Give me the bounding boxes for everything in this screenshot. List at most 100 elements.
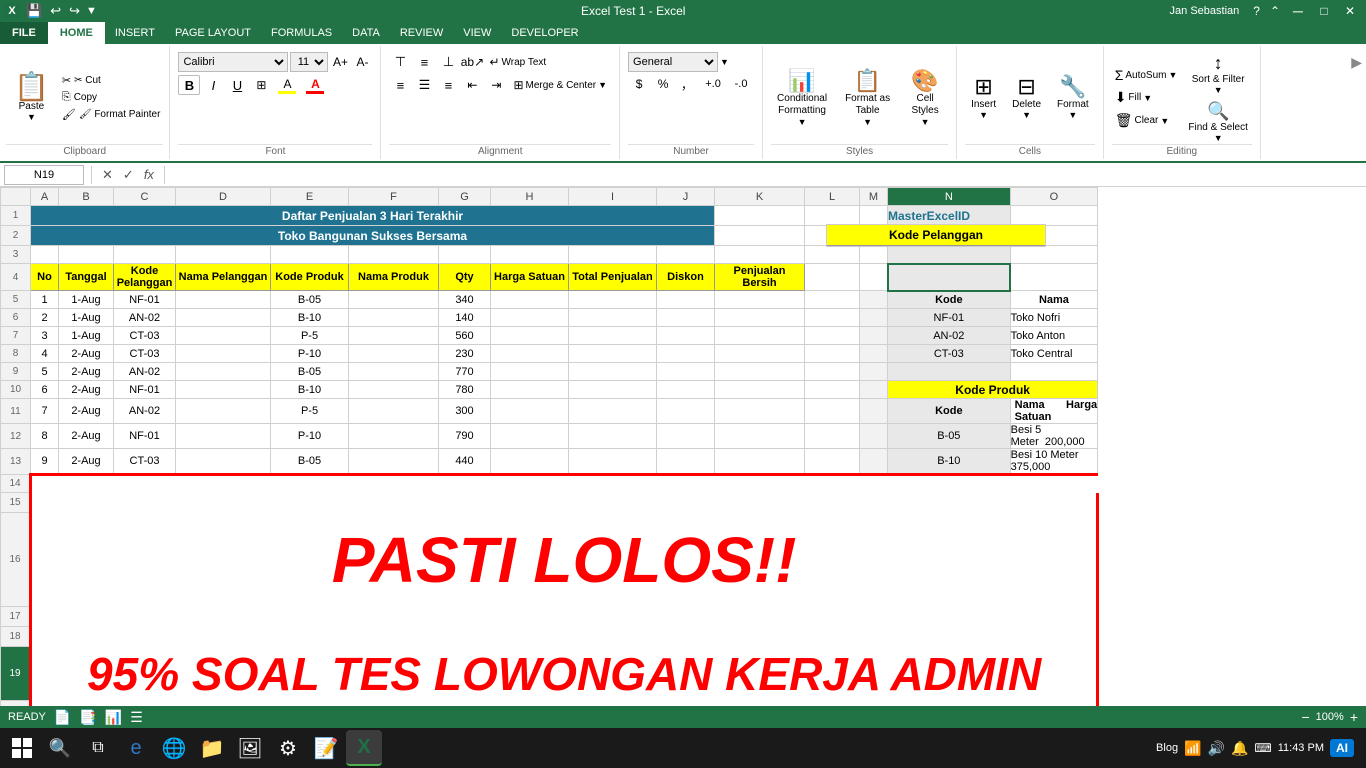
confirm-formula-btn[interactable]: ✓ [120,166,137,184]
increase-decimal-btn[interactable]: +.0 [700,75,726,93]
col-header-H[interactable]: H [491,188,569,206]
help-icon[interactable]: ? [1249,2,1264,20]
start-button[interactable] [4,730,40,766]
col-header-O[interactable]: O [1010,188,1098,206]
undo-icon[interactable]: ↩ [48,2,63,20]
cf-dropdown-icon[interactable]: ▼ [798,117,807,127]
insert-button[interactable]: ⊞ Insert ▼ [965,72,1002,124]
clear-button[interactable]: 🗑 Clear ▼ [1112,111,1181,130]
col-header-F[interactable]: F [349,188,439,206]
task-view-btn[interactable]: ⧉ [80,730,116,766]
col-header-G[interactable]: G [439,188,491,206]
decrease-decimal-btn[interactable]: -.0 [728,75,754,93]
align-center-btn[interactable]: ☰ [413,75,435,95]
align-top-btn[interactable]: ⊤ [389,52,411,72]
redo-icon[interactable]: ↪ [67,2,82,20]
zoom-out-btn[interactable]: − [1301,709,1309,725]
sound-icon[interactable]: 🔊 [1208,740,1225,757]
autosum-dropdown-icon[interactable]: ▼ [1168,70,1177,80]
wrap-text-button[interactable]: ↵ Wrap Text [485,52,550,72]
header-diskon[interactable]: Diskon [657,264,715,291]
formula-input[interactable] [172,165,1362,185]
find-dropdown-icon[interactable]: ▼ [1214,133,1223,143]
col-header-A[interactable]: A [31,188,59,206]
settings-taskbar-btn[interactable]: ⚙ [270,730,306,766]
status-view-icon2[interactable]: 📑 [79,709,96,726]
font-family-select[interactable]: Calibri [178,52,288,72]
blog-taskbar-btn[interactable]: 📝 [308,730,344,766]
tab-developer[interactable]: DEVELOPER [501,22,588,44]
ai-badge[interactable]: AI [1330,739,1354,757]
tab-page-layout[interactable]: PAGE LAYOUT [165,22,261,44]
italic-button[interactable]: I [202,75,224,95]
col-header-D[interactable]: D [176,188,271,206]
insert-function-btn[interactable]: fx [141,166,157,183]
restore-btn[interactable]: □ [1312,0,1336,22]
sort-filter-button[interactable]: ↕ Sort & Filter ▼ [1184,52,1251,96]
minimize-btn[interactable]: ─ [1286,0,1310,22]
conditional-formatting-button[interactable]: 📊 ConditionalFormatting ▼ [771,66,833,131]
align-right-btn[interactable]: ≡ [437,75,459,95]
title-row2-cell[interactable]: Toko Bangunan Sukses Bersama [31,226,715,246]
header-kode-pelanggan[interactable]: Kode Pelanggan [114,264,176,291]
edge-taskbar-btn[interactable]: e [118,730,154,766]
ribbon-expand-btn[interactable]: ▶ [1347,50,1366,75]
col-header-N[interactable]: N [888,188,1011,206]
cs-dropdown-icon[interactable]: ▼ [921,117,930,127]
chrome-taskbar-btn[interactable]: 🌐 [156,730,192,766]
border-button[interactable]: ⊞ [250,75,272,95]
save-icon[interactable]: 💾 [24,2,44,20]
increase-indent-btn[interactable]: ⇥ [485,75,507,95]
close-btn[interactable]: ✕ [1338,0,1362,22]
header-qty[interactable]: Qty [439,264,491,291]
align-bottom-btn[interactable]: ⊥ [437,52,459,72]
format-button[interactable]: 🔧 Format ▼ [1051,72,1095,124]
align-left-btn[interactable]: ≡ [389,75,411,95]
col-header-J[interactable]: J [657,188,715,206]
photos-taskbar-btn[interactable]: 🖼 [232,730,268,766]
title-row1-cell[interactable]: Daftar Penjualan 3 Hari Terakhir [31,206,715,226]
clear-dropdown-icon[interactable]: ▼ [1160,116,1169,126]
fill-dropdown-icon[interactable]: ▼ [1143,93,1152,103]
comma-btn[interactable]: ， [676,75,698,93]
tab-data[interactable]: DATA [342,22,390,44]
decrease-indent-btn[interactable]: ⇤ [461,75,483,95]
delete-button[interactable]: ⊟ Delete ▼ [1006,72,1047,124]
font-decrease-btn[interactable]: A- [352,52,372,72]
col-header-K[interactable]: K [715,188,805,206]
format-as-table-button[interactable]: 📋 Format asTable ▼ [839,66,896,131]
delete-dropdown-icon[interactable]: ▼ [1022,110,1031,120]
cut-button[interactable]: ✂ ✂ Cut [59,73,164,88]
accounting-format-btn[interactable]: $ [628,75,650,93]
notification-icon[interactable]: 🔔 [1231,740,1248,757]
font-size-select[interactable]: 11 [290,52,328,72]
number-format-more-icon[interactable]: ▼ [720,57,729,67]
header-bersih[interactable]: Penjualan Bersih [715,264,805,291]
zoom-in-btn[interactable]: + [1350,709,1358,725]
orientation-btn[interactable]: ab↗ [461,52,483,72]
font-increase-btn[interactable]: A+ [330,52,350,72]
fill-button[interactable]: ⬇ Fill ▼ [1112,88,1181,107]
format-painter-button[interactable]: 🖌 🖌 Format Painter [59,107,164,122]
col-header-M[interactable]: M [860,188,888,206]
col-header-E[interactable]: E [271,188,349,206]
header-no[interactable]: No [31,264,59,291]
header-total[interactable]: Total Penjualan [569,264,657,291]
tab-insert[interactable]: INSERT [105,22,165,44]
autosum-button[interactable]: Σ AutoSum ▼ [1112,66,1181,84]
merge-center-button[interactable]: ⊞ Merge & Center ▼ [509,75,611,95]
col-header-I[interactable]: I [569,188,657,206]
cell-styles-button[interactable]: 🎨 CellStyles ▼ [902,66,948,131]
tab-home[interactable]: HOME [48,22,105,44]
underline-button[interactable]: U [226,75,248,95]
copy-button[interactable]: ⎘ Copy [59,90,164,105]
header-tanggal[interactable]: Tanggal [59,264,114,291]
header-nama-produk[interactable]: Nama Produk [349,264,439,291]
col-header-C[interactable]: C [114,188,176,206]
col-header-L[interactable]: L [805,188,860,206]
search-taskbar-btn[interactable]: 🔍 [42,730,78,766]
tab-formulas[interactable]: FORMULAS [261,22,342,44]
align-middle-btn[interactable]: ≡ [413,52,435,72]
header-kode-produk[interactable]: Kode Produk [271,264,349,291]
paste-button[interactable]: 📋 Paste ▼ [6,50,57,144]
